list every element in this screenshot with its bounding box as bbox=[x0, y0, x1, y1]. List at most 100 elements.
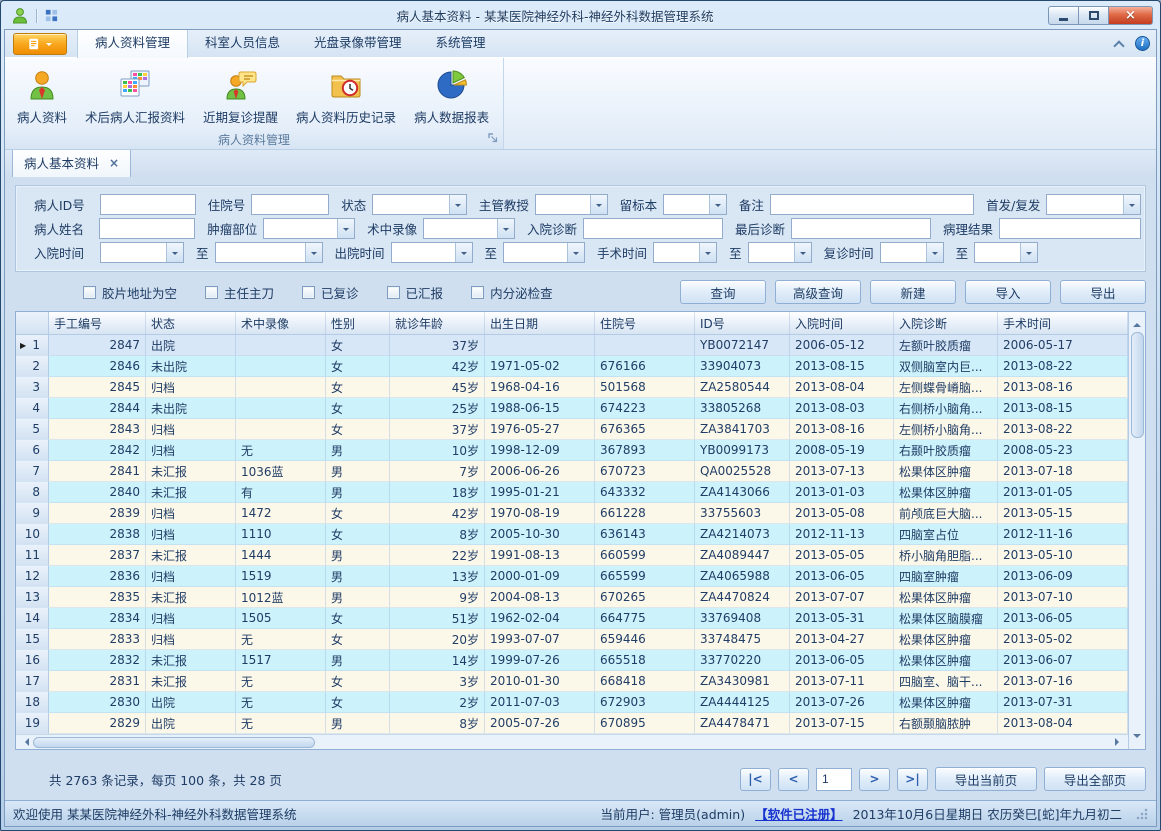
maximize-button[interactable] bbox=[1078, 6, 1108, 25]
page-input[interactable] bbox=[816, 768, 852, 791]
filter-input-patient-id[interactable] bbox=[100, 194, 196, 215]
column-header-id-no[interactable]: ID号 bbox=[695, 312, 790, 334]
dropdown-button[interactable] bbox=[449, 195, 466, 214]
column-header-admission-diagnosis[interactable]: 入院诊断 bbox=[894, 312, 998, 334]
filter-select-discharge-date-from[interactable] bbox=[391, 242, 473, 263]
first-page-button[interactable]: |< bbox=[740, 768, 771, 791]
dropdown-button[interactable] bbox=[699, 243, 716, 262]
table-row[interactable]: 92839归档1472女42岁1970-08-19661228337556032… bbox=[16, 503, 1128, 524]
table-row[interactable]: 112837未汇报1444男22岁1991-08-13660599ZA40894… bbox=[16, 545, 1128, 566]
filter-select-first-recurrence[interactable] bbox=[1046, 194, 1141, 215]
group-dialog-launcher-icon[interactable] bbox=[488, 132, 498, 146]
horizontal-scroll-thumb[interactable] bbox=[33, 737, 315, 748]
table-row[interactable]: 42844未出院女25岁1988-06-15674223338052682013… bbox=[16, 398, 1128, 419]
export-current-page-button[interactable]: 导出当前页 bbox=[935, 767, 1037, 791]
export-all-pages-button[interactable]: 导出全部页 bbox=[1044, 767, 1146, 791]
ribbon-button-postop-report-data[interactable]: 术后病人汇报资料 bbox=[77, 63, 193, 130]
filter-input-pathology-result[interactable] bbox=[999, 218, 1141, 239]
table-row[interactable]: 32845归档女45岁1968-04-16501568ZA25805442013… bbox=[16, 377, 1128, 398]
horizontal-scrollbar[interactable] bbox=[16, 734, 1128, 749]
checkbox-reported[interactable]: 已汇报 bbox=[387, 283, 444, 302]
filter-select-surgery-video[interactable] bbox=[423, 218, 515, 239]
ribbon-tab-disc-video-management[interactable]: 光盘录像带管理 bbox=[297, 29, 419, 57]
checkbox-endocrine-exam[interactable]: 内分泌检查 bbox=[471, 283, 553, 302]
dropdown-button[interactable] bbox=[709, 195, 726, 214]
ribbon-tab-patient-data-management[interactable]: 病人资料管理 bbox=[77, 29, 188, 58]
layout-icon[interactable] bbox=[44, 8, 59, 23]
next-page-button[interactable]: > bbox=[859, 768, 890, 791]
table-row[interactable]: 22846未出院女42岁1971-05-02676166339040732013… bbox=[16, 356, 1128, 377]
ribbon-collapse-icon[interactable] bbox=[1113, 40, 1124, 51]
ribbon-button-revisit-reminder[interactable]: 近期复诊提醒 bbox=[195, 63, 286, 130]
close-button[interactable]: × bbox=[1108, 6, 1153, 25]
table-row[interactable]: 52843归档女37岁1976-05-27676365ZA38417032013… bbox=[16, 419, 1128, 440]
table-row[interactable]: 152833归档无女20岁1993-07-0765944633748475201… bbox=[16, 629, 1128, 650]
column-header-surgery-video[interactable]: 术中录像 bbox=[236, 312, 326, 334]
checkbox-box[interactable] bbox=[205, 286, 218, 299]
checkbox-film-address-empty[interactable]: 胶片地址为空 bbox=[83, 283, 177, 302]
dropdown-button[interactable] bbox=[590, 195, 607, 214]
app-menu-button[interactable] bbox=[13, 33, 67, 55]
scroll-up-icon[interactable] bbox=[1133, 319, 1141, 327]
table-row[interactable]: ▶12847出院女37岁YB00721472006-05-12左额叶胶质瘤200… bbox=[16, 335, 1128, 356]
column-header-age[interactable]: 就诊年龄 bbox=[390, 312, 485, 334]
dropdown-button[interactable] bbox=[567, 243, 584, 262]
ribbon-tab-system-management[interactable]: 系统管理 bbox=[419, 29, 503, 57]
dropdown-button[interactable] bbox=[337, 219, 354, 238]
scroll-right-icon[interactable] bbox=[1115, 738, 1123, 746]
dropdown-button[interactable] bbox=[166, 243, 183, 262]
action-button-export[interactable]: 导出 bbox=[1060, 280, 1146, 304]
table-row[interactable]: 82840未汇报有男18岁1995-01-21643332ZA414306620… bbox=[16, 482, 1128, 503]
table-row[interactable]: 172831未汇报无女3岁2010-01-30668418ZA343098120… bbox=[16, 671, 1128, 692]
dropdown-button[interactable] bbox=[455, 243, 472, 262]
dropdown-button[interactable] bbox=[926, 243, 943, 262]
table-row[interactable]: 182830出院无女2岁2011-07-03672903ZA4444125201… bbox=[16, 692, 1128, 713]
minimize-button[interactable] bbox=[1048, 6, 1078, 25]
checkbox-box[interactable] bbox=[83, 286, 96, 299]
table-row[interactable]: 122836归档1519男13岁2000-01-09665599ZA406598… bbox=[16, 566, 1128, 587]
action-button-advanced-query[interactable]: 高级查询 bbox=[775, 280, 861, 304]
column-header-manual-no[interactable]: 手工编号 bbox=[49, 312, 146, 334]
filter-input-admission-diagnosis[interactable] bbox=[583, 218, 723, 239]
filter-select-surgery-date-to[interactable] bbox=[748, 242, 812, 263]
vertical-scrollbar[interactable] bbox=[1128, 312, 1145, 749]
ribbon-tab-department-staff-info[interactable]: 科室人员信息 bbox=[188, 29, 297, 57]
filter-input-final-diagnosis[interactable] bbox=[791, 218, 931, 239]
doc-tab-patient-basic[interactable]: 病人基本资料 × bbox=[12, 150, 131, 177]
action-button-import[interactable]: 导入 bbox=[965, 280, 1051, 304]
dropdown-button[interactable] bbox=[305, 243, 322, 262]
checkbox-revisited[interactable]: 已复诊 bbox=[302, 283, 359, 302]
column-header-admission-date[interactable]: 入院时间 bbox=[790, 312, 894, 334]
checkbox-box[interactable] bbox=[387, 286, 400, 299]
ribbon-button-patient-data-report[interactable]: 病人数据报表 bbox=[406, 63, 497, 130]
vertical-scroll-thumb[interactable] bbox=[1131, 332, 1144, 438]
dropdown-button[interactable] bbox=[1123, 195, 1140, 214]
ribbon-button-patient-history-log[interactable]: 病人资料历史记录 bbox=[288, 63, 404, 130]
filter-select-discharge-date-to[interactable] bbox=[503, 242, 585, 263]
filter-select-professor[interactable] bbox=[535, 194, 608, 215]
table-row[interactable]: 162832未汇报1517男14岁1999-07-266655183377022… bbox=[16, 650, 1128, 671]
column-header-status[interactable]: 状态 bbox=[146, 312, 236, 334]
action-button-query[interactable]: 查询 bbox=[680, 280, 766, 304]
column-header-sex[interactable]: 性别 bbox=[326, 312, 390, 334]
table-row[interactable]: 102838归档1110女8岁2005-10-30636143ZA4214073… bbox=[16, 524, 1128, 545]
filter-select-status[interactable] bbox=[372, 194, 467, 215]
app-logo-icon[interactable] bbox=[11, 7, 29, 25]
registered-link[interactable]: 【软件已注册】 bbox=[755, 804, 843, 823]
filter-select-revisit-date-from[interactable] bbox=[880, 242, 944, 263]
resize-grip[interactable] bbox=[1136, 808, 1148, 820]
table-row[interactable]: 72841未汇报1036蓝男7岁2006-06-26670723QA002552… bbox=[16, 461, 1128, 482]
table-row[interactable]: 192829出院无男8岁2005-07-26670895ZA4478471201… bbox=[16, 713, 1128, 734]
checkbox-chief-surgeon[interactable]: 主任主刀 bbox=[205, 283, 274, 302]
filter-select-admission-date-to[interactable] bbox=[215, 242, 323, 263]
table-row[interactable]: 132835未汇报1012蓝男9岁2004-08-13670265ZA44708… bbox=[16, 587, 1128, 608]
filter-input-inpatient-no[interactable] bbox=[251, 194, 329, 215]
last-page-button[interactable]: >| bbox=[897, 768, 928, 791]
filter-select-revisit-date-to[interactable] bbox=[974, 242, 1038, 263]
checkbox-box[interactable] bbox=[302, 286, 315, 299]
prev-page-button[interactable]: < bbox=[778, 768, 809, 791]
table-row[interactable]: 142834归档1505女51岁1962-02-0466477533769408… bbox=[16, 608, 1128, 629]
table-row[interactable]: 62842归档无男10岁1998-12-09367893YB0099173200… bbox=[16, 440, 1128, 461]
filter-input-patient-name[interactable] bbox=[99, 218, 195, 239]
dropdown-button[interactable] bbox=[794, 243, 811, 262]
